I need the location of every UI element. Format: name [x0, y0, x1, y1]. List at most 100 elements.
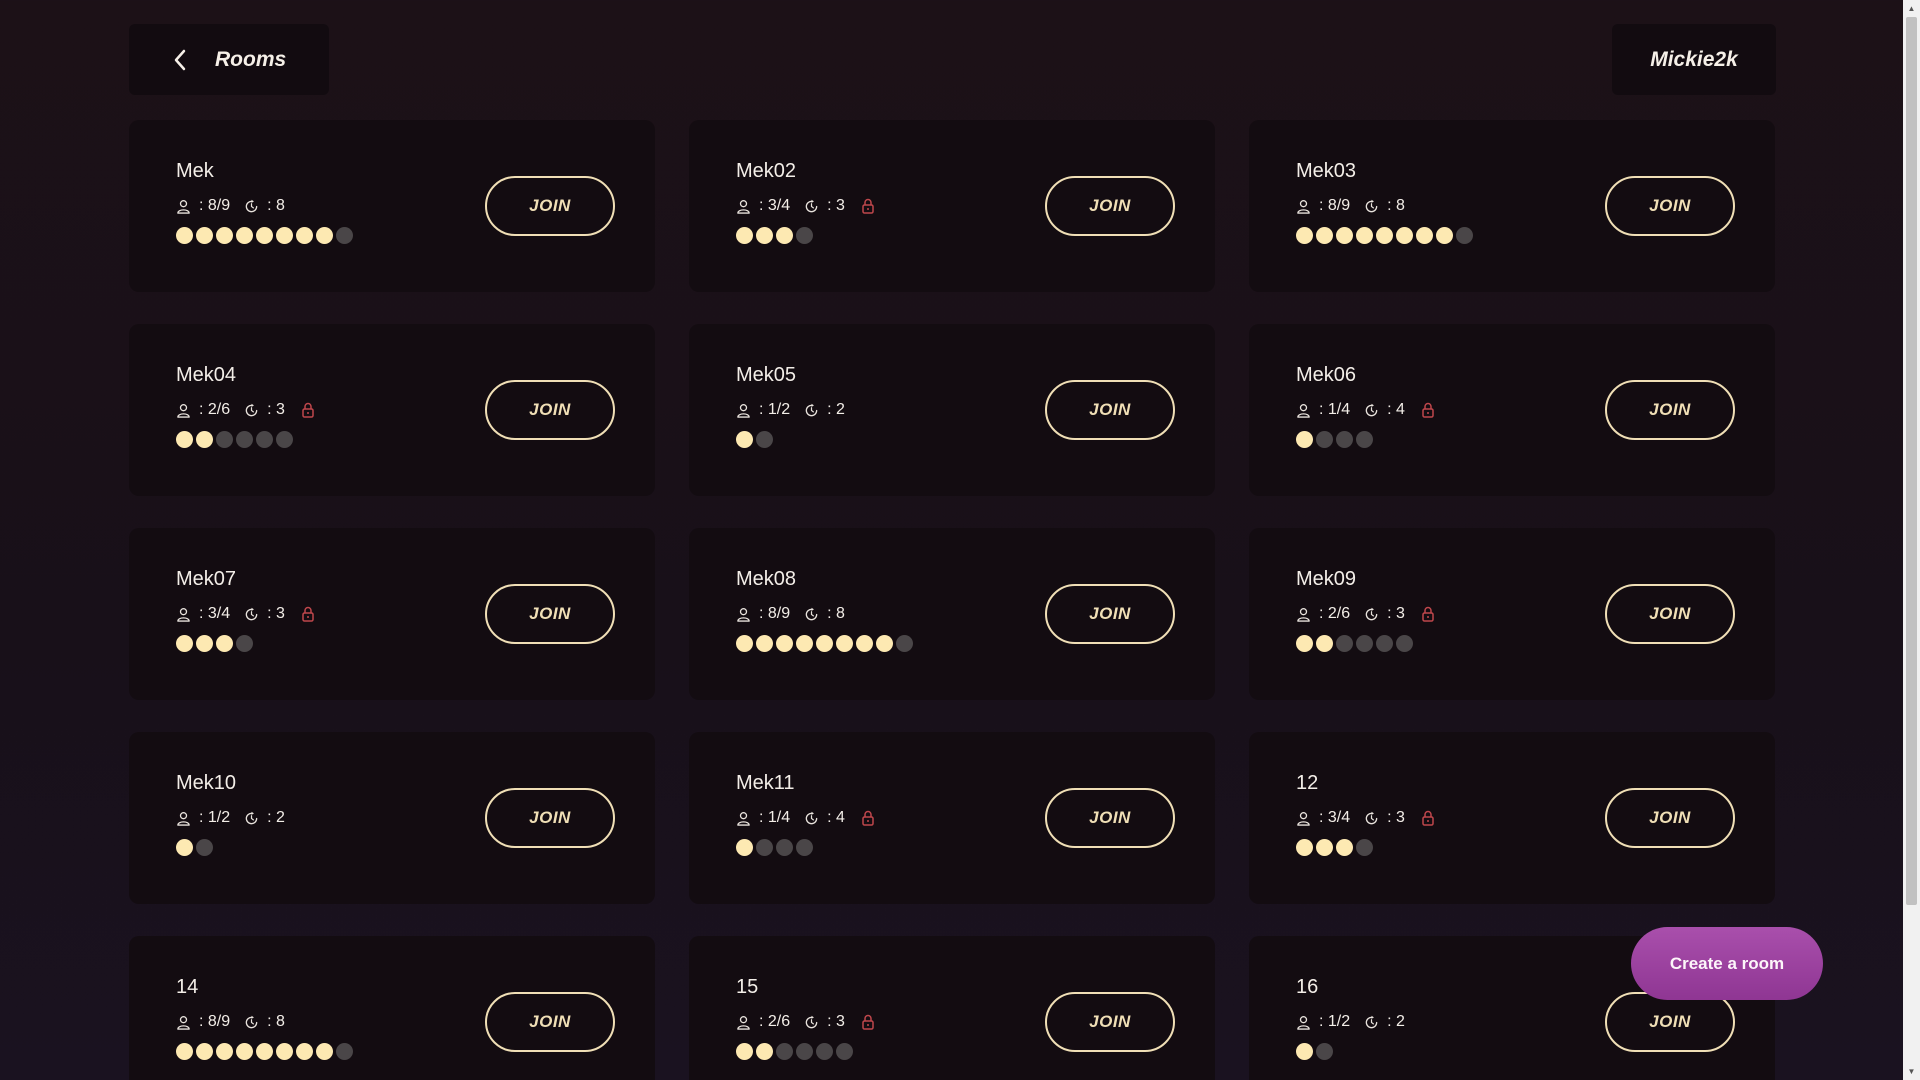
room-name: Mek11: [736, 772, 795, 794]
join-button[interactable]: JOIN: [485, 992, 615, 1052]
room-card: Mek11: 1/4: 4 JOIN: [689, 732, 1215, 904]
room-card: Mek10: 1/2: 2 JOIN: [129, 732, 655, 904]
player-slot-filled: [1316, 227, 1333, 244]
lock-icon: [1421, 810, 1435, 826]
room-grid: Mek: 8/9: 8 JOIN Mek02: 3/4: 3 JOIN Mek03: 8…: [129, 120, 1775, 1080]
player-slot-filled: [1296, 431, 1313, 448]
rounds-icon: [244, 403, 259, 418]
player-slot-empty: [276, 431, 293, 448]
player-slot-filled: [276, 227, 293, 244]
join-button[interactable]: JOIN: [1045, 380, 1175, 440]
player-slot-empty: [776, 1043, 793, 1060]
player-slot-filled: [756, 1043, 773, 1060]
room-name: Mek05: [736, 364, 797, 386]
player-slots: [1296, 839, 1373, 856]
join-button[interactable]: JOIN: [1605, 584, 1735, 644]
room-card: Mek04: 2/6: 3 JOIN: [129, 324, 655, 496]
player-count: : 3/4: [759, 197, 791, 214]
player-slot-filled: [796, 635, 813, 652]
player-slot-empty: [1316, 1043, 1333, 1060]
create-room-button[interactable]: Create a room: [1631, 927, 1823, 1000]
join-button[interactable]: JOIN: [485, 176, 615, 236]
player-slot-empty: [216, 431, 233, 448]
room-card: Mek02: 3/4: 3 JOIN: [689, 120, 1215, 292]
player-slots: [176, 635, 253, 652]
player-slot-filled: [1376, 227, 1393, 244]
scrollbar[interactable]: ▲ ▼: [1903, 0, 1920, 1080]
player-slot-filled: [216, 1043, 233, 1060]
player-slot-filled: [256, 1043, 273, 1060]
rounds-icon: [804, 199, 819, 214]
player-slot-filled: [176, 227, 193, 244]
room-card: Mek03: 8/9: 8 JOIN: [1249, 120, 1775, 292]
player-slot-filled: [196, 431, 213, 448]
player-icon: [736, 1015, 751, 1030]
player-slot-empty: [796, 227, 813, 244]
player-count: : 1/4: [1319, 401, 1351, 418]
player-slot-filled: [856, 635, 873, 652]
player-slot-filled: [776, 227, 793, 244]
join-button[interactable]: JOIN: [485, 380, 615, 440]
rounds-icon: [804, 403, 819, 418]
player-slots: [736, 635, 913, 652]
join-button[interactable]: JOIN: [1045, 176, 1175, 236]
room-card: Mek08: 8/9: 8 JOIN: [689, 528, 1215, 700]
round-count: : 2: [267, 809, 285, 826]
player-slot-filled: [196, 1043, 213, 1060]
rounds-icon: [1364, 1015, 1379, 1030]
player-icon: [1296, 403, 1311, 418]
join-button[interactable]: JOIN: [485, 788, 615, 848]
player-slots: [1296, 431, 1373, 448]
round-count: : 8: [1387, 197, 1405, 214]
player-count: : 3/4: [199, 605, 231, 622]
player-slot-filled: [836, 635, 853, 652]
scroll-up-icon[interactable]: ▲: [1903, 0, 1920, 17]
player-slot-filled: [1336, 227, 1353, 244]
player-slot-filled: [216, 635, 233, 652]
round-count: : 8: [267, 197, 285, 214]
rounds-icon: [244, 811, 259, 826]
player-slot-empty: [1356, 635, 1373, 652]
player-slot-filled: [1336, 839, 1353, 856]
room-name: Mek07: [176, 568, 237, 590]
room-card: Mek: 8/9: 8 JOIN: [129, 120, 655, 292]
join-button[interactable]: JOIN: [1605, 380, 1735, 440]
scrollbar-thumb[interactable]: [1906, 17, 1917, 905]
player-count: : 2/6: [199, 401, 231, 418]
player-slot-empty: [796, 839, 813, 856]
join-button[interactable]: JOIN: [1045, 788, 1175, 848]
rounds-icon: [1364, 403, 1379, 418]
player-count: : 3/4: [1319, 809, 1351, 826]
player-slot-filled: [196, 635, 213, 652]
round-count: : 3: [827, 197, 845, 214]
room-card: Mek09: 2/6: 3 JOIN: [1249, 528, 1775, 700]
player-slot-filled: [736, 839, 753, 856]
player-slot-empty: [756, 839, 773, 856]
scroll-down-icon[interactable]: ▼: [1903, 1063, 1920, 1080]
player-icon: [1296, 811, 1311, 826]
username-badge[interactable]: Mickie2k: [1612, 24, 1776, 95]
player-icon: [1296, 1015, 1311, 1030]
chevron-left-icon[interactable]: [173, 48, 191, 72]
join-button[interactable]: JOIN: [485, 584, 615, 644]
round-count: : 3: [1387, 605, 1405, 622]
player-slot-filled: [876, 635, 893, 652]
round-count: : 4: [1387, 401, 1405, 418]
room-stats: : 8/9: 8: [736, 604, 859, 624]
join-button[interactable]: JOIN: [1605, 788, 1735, 848]
room-stats: : 2/6: 3: [176, 400, 315, 420]
player-slot-empty: [1376, 635, 1393, 652]
room-name: Mek10: [176, 772, 237, 794]
player-slot-filled: [1296, 839, 1313, 856]
join-button[interactable]: JOIN: [1605, 992, 1735, 1052]
player-slot-filled: [736, 227, 753, 244]
player-slots: [1296, 635, 1413, 652]
player-slot-filled: [776, 635, 793, 652]
join-button[interactable]: JOIN: [1045, 992, 1175, 1052]
player-slots: [1296, 1043, 1333, 1060]
round-count: : 3: [827, 1013, 845, 1030]
player-slot-filled: [236, 1043, 253, 1060]
join-button[interactable]: JOIN: [1605, 176, 1735, 236]
round-count: : 3: [1387, 809, 1405, 826]
join-button[interactable]: JOIN: [1045, 584, 1175, 644]
